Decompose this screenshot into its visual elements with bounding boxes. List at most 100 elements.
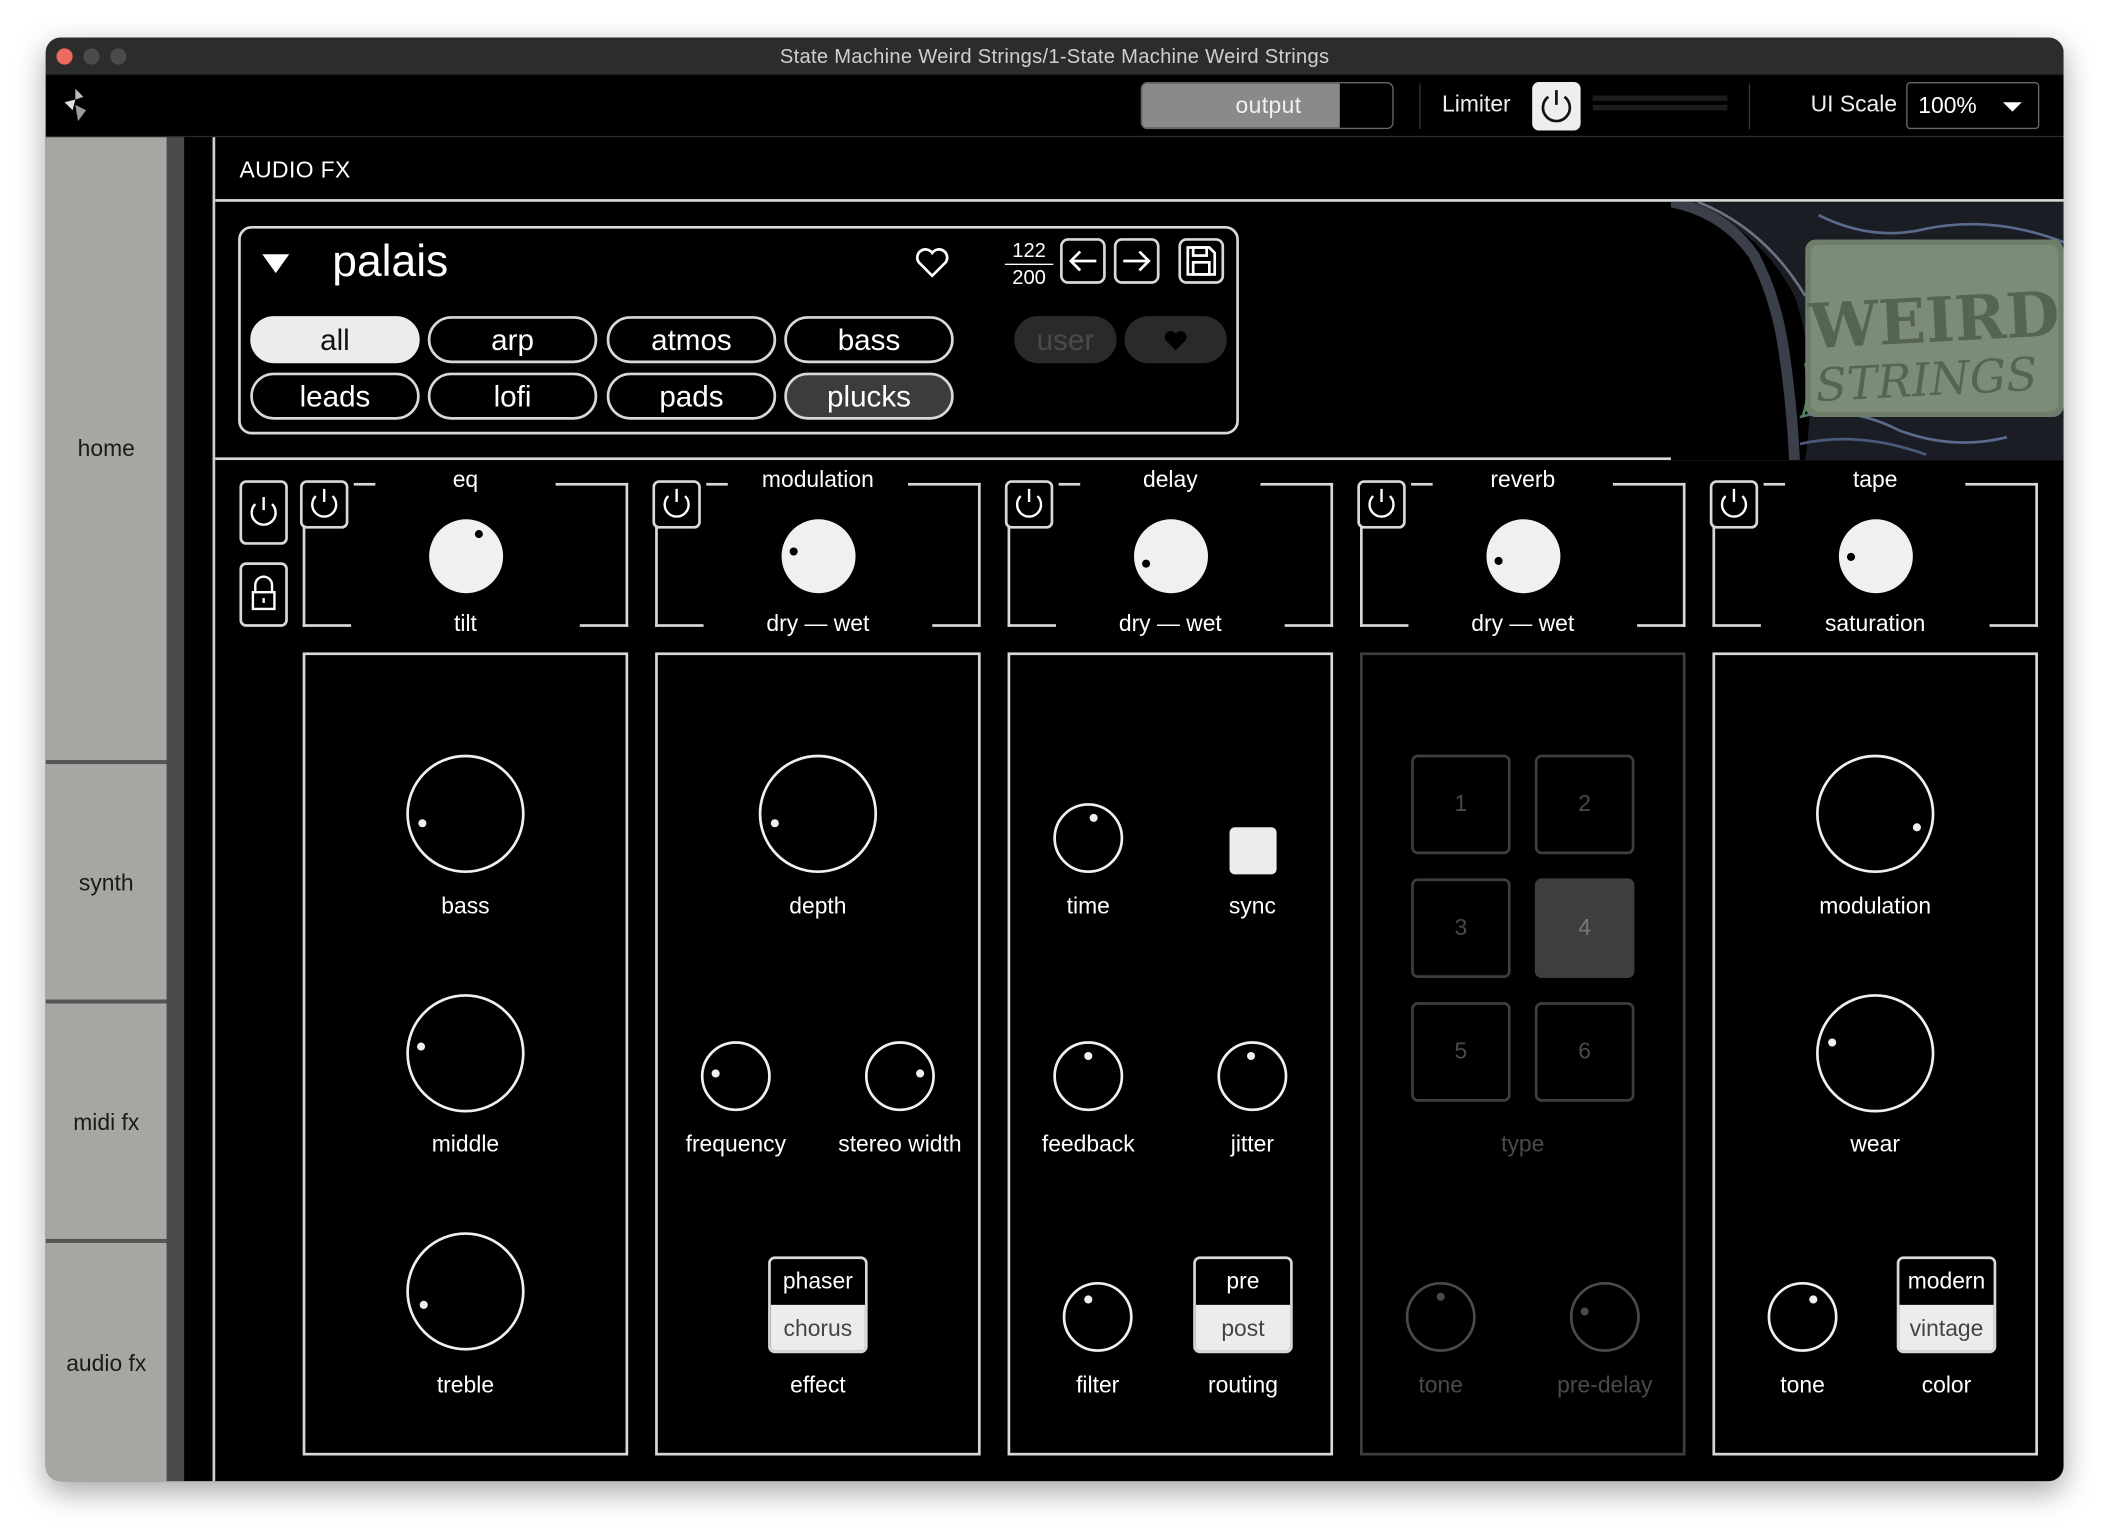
modulation-macro-label: dry — wet [766, 610, 870, 637]
reverb-type-6-button[interactable]: 6 [1534, 1002, 1635, 1102]
reverb-type-4-button[interactable]: 4 [1534, 878, 1635, 978]
modulation-effect-toggle[interactable]: phaser chorus [768, 1256, 868, 1354]
category-chip-pads[interactable]: pads [606, 372, 777, 420]
save-preset-button[interactable] [1178, 238, 1225, 284]
delay-sync-toggle[interactable] [1229, 827, 1277, 875]
delay-routing-toggle-option-1[interactable]: pre [1196, 1259, 1290, 1305]
eq-power-button[interactable] [299, 480, 349, 529]
delay-filter-knob[interactable] [1062, 1281, 1133, 1352]
modulation-effect-toggle-option-2[interactable]: chorus [770, 1304, 865, 1351]
modulation-effect-toggle-option-1[interactable]: phaser [771, 1259, 865, 1305]
category-chip-leads[interactable]: leads [250, 372, 420, 420]
power-icon [1368, 488, 1395, 518]
divider [1748, 83, 1751, 130]
tape-frame-bottom [1989, 624, 2038, 627]
delay-routing-toggle-option-2[interactable]: post [1195, 1304, 1291, 1351]
sidebar-divider [45, 1238, 167, 1243]
sidebar-item-synth[interactable]: synth [46, 870, 167, 897]
previous-preset-button[interactable] [1060, 238, 1106, 284]
eq-bass-knob[interactable] [406, 754, 525, 874]
tape-macro-label: saturation [1824, 610, 1926, 637]
delay-time-knob[interactable] [1053, 803, 1124, 874]
category-chip-arp[interactable]: arp [427, 316, 598, 364]
sidebar-item-audio-fx[interactable]: audio fx [46, 1351, 167, 1378]
lock-button[interactable] [239, 562, 288, 627]
reverb-frame-right [1682, 482, 1686, 627]
delay-macro-knob[interactable] [1133, 518, 1208, 593]
tape-modulation-knob[interactable] [1816, 754, 1935, 874]
artwork-image: WEIRD STRINGS [1670, 201, 2064, 461]
tape-modulation-label: modulation [1819, 893, 1932, 919]
category-chip-all[interactable]: all [250, 316, 420, 364]
eq-middle-knob[interactable] [406, 994, 525, 1113]
tape-color-toggle[interactable]: modern vintage [1896, 1256, 1997, 1354]
favorites-filter-chip[interactable] [1124, 316, 1227, 364]
ui-scale-dropdown[interactable]: 100% [1906, 82, 2040, 130]
tape-color-toggle-option-2[interactable]: vintage [1899, 1304, 1994, 1351]
delay-sync-label: sync [1228, 893, 1276, 919]
user-filter-chip[interactable]: user [1014, 316, 1117, 364]
sidebar-item-midi-fx[interactable]: midi fx [46, 1110, 167, 1137]
delay-routing-label: routing [1207, 1372, 1278, 1398]
reverb-macro-label: dry — wet [1471, 610, 1575, 637]
reverb-title: reverb [1490, 466, 1556, 493]
reverb-type-3-button[interactable]: 3 [1411, 878, 1511, 978]
eq-title: eq [452, 466, 479, 493]
limiter-meter-peak [1719, 104, 1728, 111]
eq-bass-label: bass [441, 893, 490, 919]
limiter-meter-bar [1592, 104, 1728, 111]
reverb-type-1-button[interactable]: 1 [1411, 754, 1511, 855]
category-chip-atmos[interactable]: atmos [606, 316, 777, 364]
modulation-power-button[interactable] [652, 480, 701, 529]
preset-browser: palais 122 200 all arp atmos bass leads … [238, 225, 1239, 435]
modulation-frame-bottom [655, 624, 704, 627]
modulation-depth-knob[interactable] [758, 754, 878, 874]
sidebar: home synth midi fx audio fx [45, 137, 167, 1482]
output-level-meter[interactable]: output [1140, 82, 1394, 130]
window-title: State Machine Weird Strings/1-State Mach… [779, 45, 1330, 69]
reverb-macro-knob[interactable] [1485, 518, 1560, 593]
reverb-pre-delay-knob[interactable] [1569, 1281, 1640, 1352]
modulation-frequency-knob[interactable] [700, 1041, 771, 1112]
delay-jitter-label: jitter [1230, 1131, 1274, 1157]
power-icon [1541, 90, 1572, 123]
master-bypass-button[interactable] [239, 480, 288, 545]
tape-wear-label: wear [1850, 1131, 1900, 1157]
category-chip-lofi[interactable]: lofi [427, 372, 598, 420]
reverb-type-2-button[interactable]: 2 [1534, 754, 1635, 855]
tape-color-toggle-option-1[interactable]: modern [1899, 1259, 1993, 1305]
limiter-power-button[interactable] [1532, 82, 1581, 131]
tape-tone-knob[interactable] [1767, 1281, 1838, 1352]
tape-power-button[interactable] [1709, 480, 1759, 529]
preset-index: 122 [1012, 239, 1046, 263]
reverb-pre-delay-label: pre-delay [1557, 1372, 1653, 1398]
eq-treble-label: treble [436, 1372, 495, 1398]
category-chip-plucks[interactable]: plucks [784, 372, 954, 420]
reverb-power-button[interactable] [1357, 480, 1406, 529]
category-chip-bass[interactable]: bass [784, 316, 954, 364]
preset-name[interactable]: palais [332, 235, 448, 286]
state-machine-logo-icon[interactable] [59, 86, 91, 124]
arrow-left-icon [1068, 250, 1097, 272]
preset-menu-triangle-icon[interactable] [262, 254, 290, 274]
modulation-stereo-width-knob-indicator [915, 1068, 924, 1078]
delay-power-button[interactable] [1004, 480, 1054, 529]
reverb-type-5-button[interactable]: 5 [1411, 1002, 1511, 1102]
modulation-stereo-width-knob[interactable] [864, 1041, 935, 1112]
tape-title: tape [1852, 466, 1898, 493]
counter-divider [1004, 263, 1054, 266]
delay-title: delay [1142, 466, 1198, 493]
next-preset-button[interactable] [1113, 238, 1160, 284]
preset-counter: 122 200 [1002, 238, 1056, 290]
heart-icon [1164, 331, 1187, 351]
modulation-macro-knob[interactable] [780, 518, 855, 593]
tape-wear-knob[interactable] [1816, 994, 1935, 1113]
modulation-frame-bottom [932, 624, 981, 627]
delay-routing-toggle[interactable]: pre post [1193, 1256, 1293, 1354]
sidebar-item-home[interactable]: home [46, 436, 167, 463]
heart-icon[interactable] [913, 245, 951, 280]
eq-macro-knob[interactable] [428, 518, 503, 593]
power-icon [250, 496, 277, 526]
eq-treble-knob[interactable] [406, 1232, 525, 1351]
delay-frame-bottom [1284, 624, 1334, 627]
